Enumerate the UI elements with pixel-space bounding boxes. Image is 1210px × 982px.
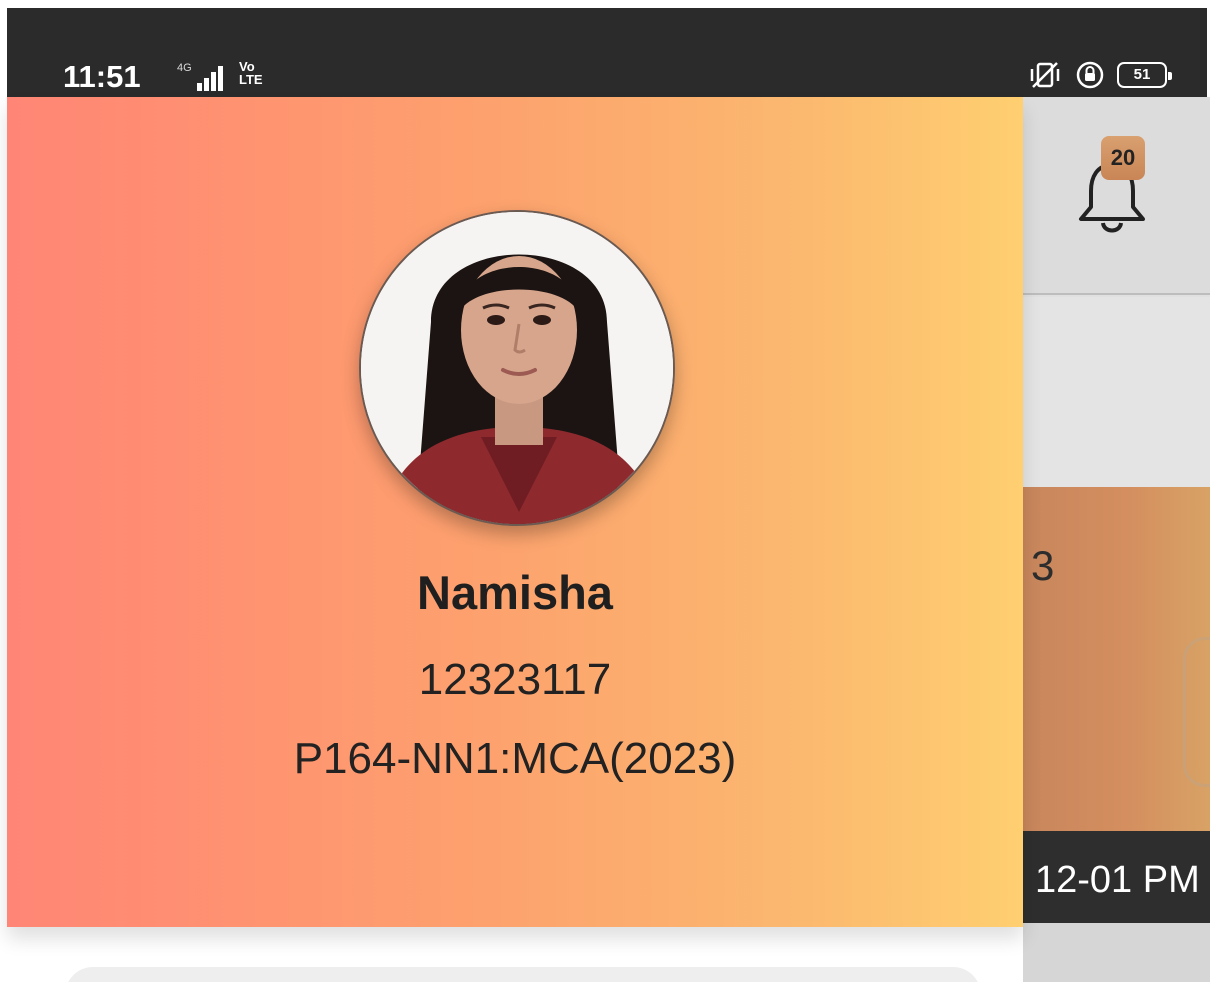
volte-icon: Vo LTE: [239, 59, 263, 87]
background-time-bar: 12-01 PM: [1023, 831, 1210, 923]
status-time: 11:51: [63, 59, 141, 94]
background-card-value: 3: [1031, 542, 1055, 589]
status-bar: 11:51 4G Vo LTE 51: [7, 8, 1207, 97]
profile-name: Namisha: [417, 566, 613, 619]
battery-icon: 51: [1117, 62, 1172, 88]
background-header: 20: [1023, 97, 1210, 295]
navigation-drawer: Namisha 12323117 P164-NN1:MCA(2023): [7, 97, 1023, 982]
screen: 11:51 4G Vo LTE 51 20 3 12-01 PM Namisha…: [0, 0, 1210, 982]
profile-program: P164-NN1:MCA(2023): [293, 734, 737, 783]
notification-badge: 20: [1101, 136, 1145, 180]
vibrate-icon: [1030, 62, 1060, 88]
drawer-header: Namisha 12323117 P164-NN1:MCA(2023): [7, 97, 1023, 927]
background-bottom: [1023, 923, 1210, 982]
avatar[interactable]: [359, 210, 675, 526]
signal-icon: [197, 66, 223, 91]
background-app: 20 3 12-01 PM: [1023, 97, 1210, 982]
network-type: 4G: [177, 62, 192, 74]
background-card[interactable]: 3: [1023, 487, 1210, 831]
drawer-menu-item[interactable]: [65, 967, 981, 982]
background-panel: [1023, 297, 1210, 487]
profile-id: 12323117: [418, 655, 612, 704]
status-icons: 51: [1027, 58, 1172, 92]
rotation-lock-icon: [1076, 61, 1104, 89]
profile-photo: [361, 212, 673, 524]
background-time-slot: 12-01 PM: [1035, 859, 1200, 901]
background-card-icon: [1183, 637, 1210, 787]
